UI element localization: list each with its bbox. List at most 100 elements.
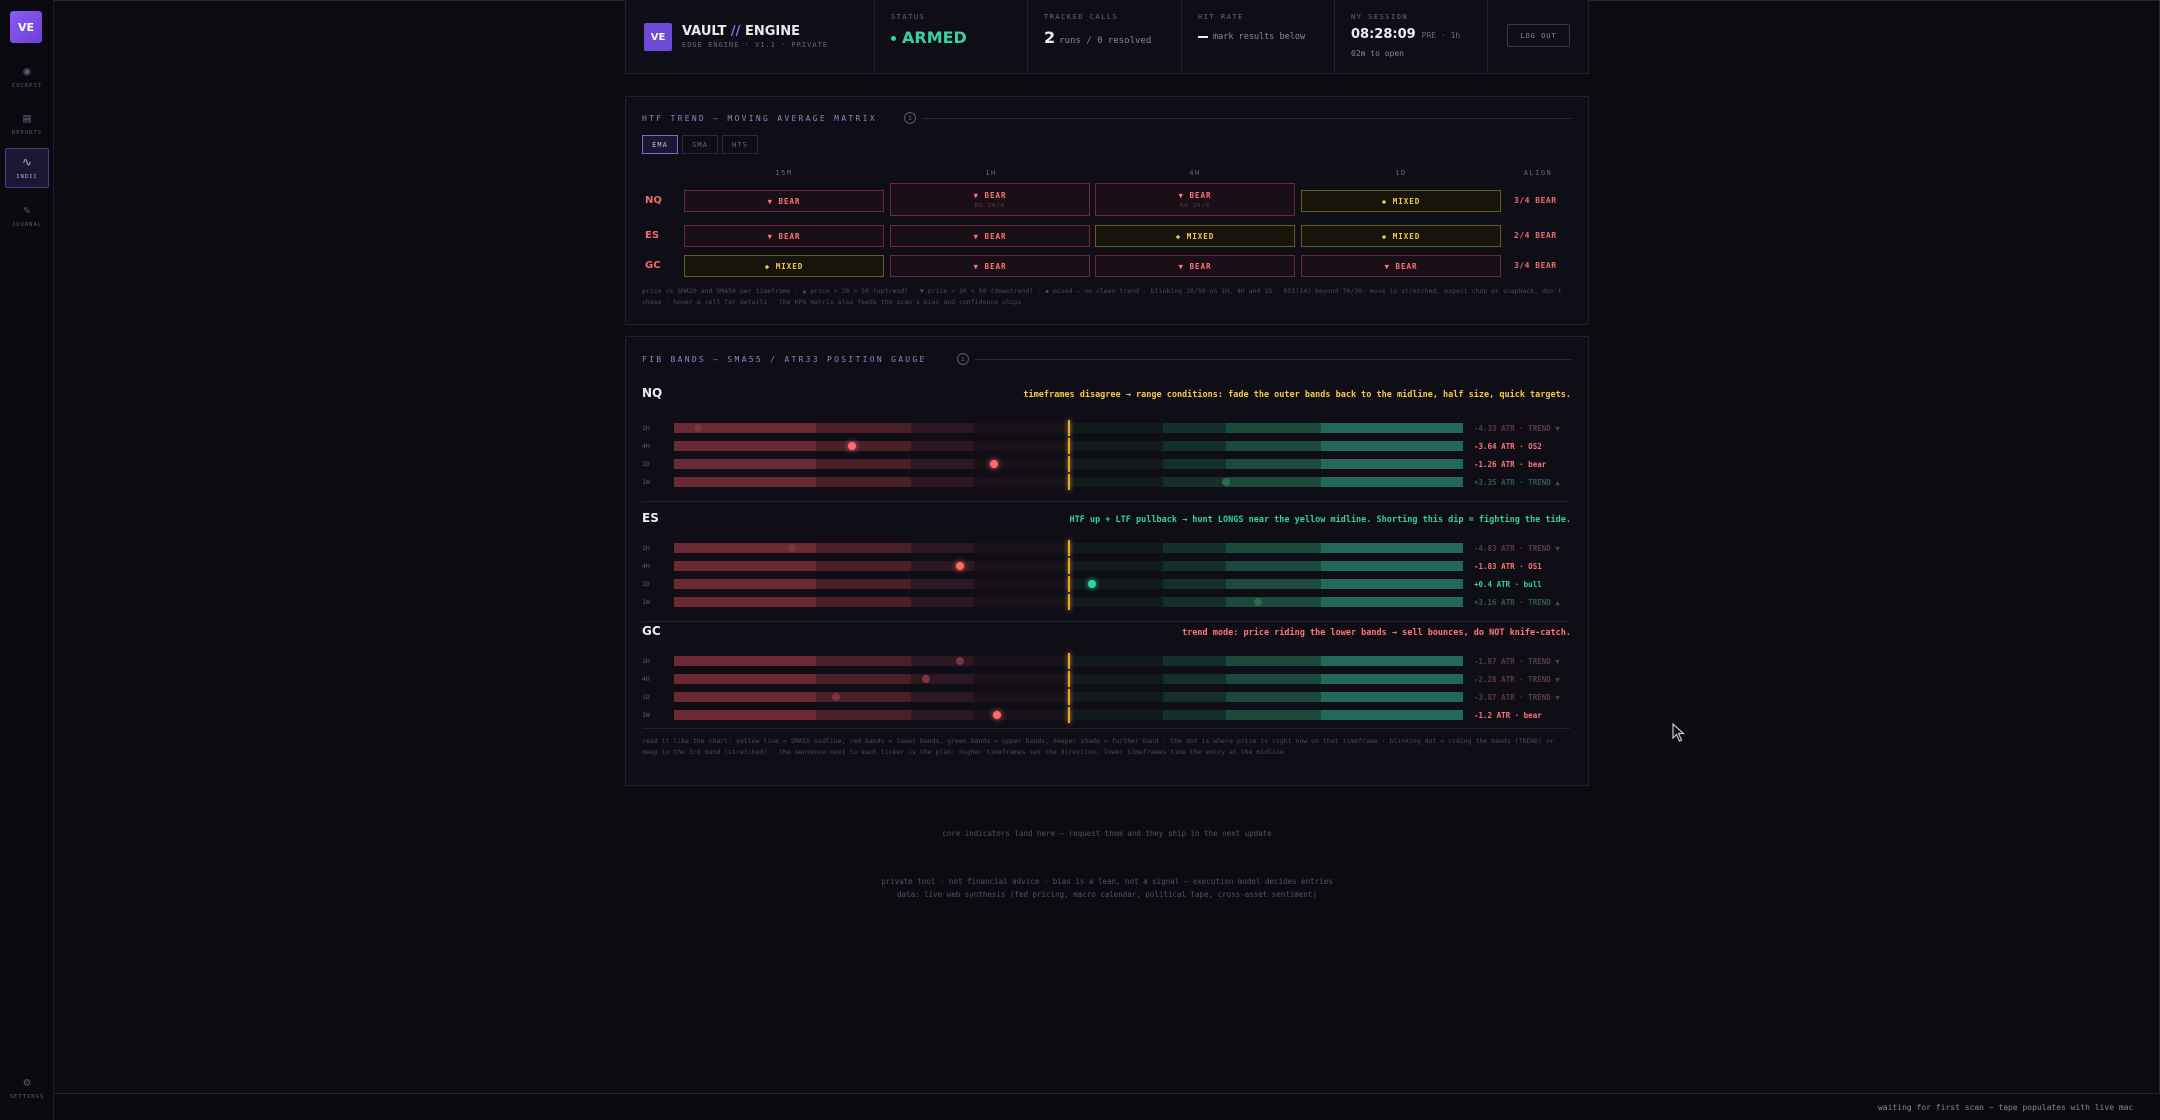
fib-band-segment: [674, 692, 817, 702]
col-header-15m: 15M: [775, 169, 793, 177]
fib-readout-nq-1d: -1.26 ATR · bear: [1474, 460, 1547, 469]
fib-band-segment: [1068, 692, 1164, 702]
matrix-cell-es-4h[interactable]: ◆ MIXED: [1095, 225, 1295, 247]
brand-subtitle: EDGE ENGINE · V1.1 · PRIVATE: [682, 41, 829, 49]
fib-band-segment: [1068, 561, 1164, 571]
fib-readout-nq-1w: +3.35 ATR · TREND ▲: [1474, 478, 1560, 487]
fib-band-segment: [1163, 656, 1227, 666]
fib-band-segment: [910, 597, 974, 607]
fib-title-rule: [975, 359, 1572, 360]
matrix-cell-gc-4h[interactable]: ▼ BEAR: [1095, 255, 1295, 277]
sidebar: VE ◉ COCKPIT ▤ REPORTS ∿ INDIC ✎ JOURNAL…: [0, 0, 54, 1120]
mouse-cursor-icon: [1672, 723, 1686, 742]
row-label-gc: GC: [645, 260, 661, 271]
fib-band-segment: [1320, 579, 1463, 589]
fib-band-segment: [910, 543, 974, 553]
fib-midline: [1067, 540, 1070, 556]
nav-indic[interactable]: ∿ INDIC: [5, 148, 49, 188]
fib-band-segment: [1226, 477, 1321, 487]
settings-icon: ⚙: [23, 1075, 31, 1089]
matrix-cell-sub: RG 20/8: [1179, 202, 1211, 209]
nav-reports[interactable]: ▤ REPORTS: [5, 104, 49, 144]
fib-ticker-es: ES: [642, 511, 659, 525]
nav-settings-label: SETTINGS: [9, 1094, 45, 1100]
fib-band-segment: [1163, 597, 1227, 607]
fib-band-segment: [1226, 561, 1321, 571]
matrix-cell-label: ▼ BEAR: [973, 261, 1007, 271]
matrix-cell-gc-1h[interactable]: ▼ BEAR: [890, 255, 1090, 277]
matrix-cell-gc-1d[interactable]: ▼ BEAR: [1301, 255, 1501, 277]
matrix-cell-nq-15m[interactable]: ▼ BEAR: [684, 190, 884, 212]
app-logo[interactable]: VE: [10, 11, 42, 43]
col-header-1d: 1D: [1395, 169, 1407, 177]
fib-gauge-nq-1w: [674, 474, 1463, 490]
fib-advice-nq: timeframes disagree → range conditions: …: [1023, 390, 1571, 400]
fib-band-segment: [674, 561, 817, 571]
fib-band-segment: [910, 423, 974, 433]
fib-band-segment: [816, 477, 911, 487]
tab-sma[interactable]: SMA: [682, 135, 718, 154]
fib-midline: [1067, 474, 1070, 490]
fib-tf-nq-4h: 4H: [642, 442, 650, 450]
fib-band-segment: [910, 579, 974, 589]
matrix-cell-label: ◆ MIXED: [1175, 231, 1215, 241]
nav-journal[interactable]: ✎ JOURNAL: [5, 196, 49, 236]
fib-info-icon[interactable]: i: [957, 353, 969, 365]
matrix-cell-nq-1d[interactable]: ◆ MIXED: [1301, 190, 1501, 212]
fib-band-segment: [1163, 579, 1227, 589]
fib-readout-nq-4h: -3.64 ATR · OS2: [1474, 442, 1542, 451]
matrix-cell-gc-15m[interactable]: ◆ MIXED: [684, 255, 884, 277]
fib-tf-nq-1d: 1D: [642, 460, 650, 468]
calls-label: TRACKED CALLS: [1044, 13, 1119, 21]
fib-band-segment: [674, 710, 817, 720]
fib-midline: [1067, 576, 1070, 592]
fib-band-segment: [816, 656, 911, 666]
fib-band-segment: [973, 656, 1069, 666]
fib-band-segment: [973, 692, 1069, 702]
fib-tf-nq-1w: 1W: [642, 478, 650, 486]
fib-band-segment: [910, 710, 974, 720]
fib-tf-gc-1h: 1H: [642, 657, 650, 665]
fib-gauge-nq-4h: [674, 438, 1463, 454]
fib-band-segment: [1068, 710, 1164, 720]
fib-gauge-gc-4h: [674, 671, 1463, 687]
nav-settings[interactable]: ⚙ SETTINGS: [5, 1068, 49, 1108]
fib-band-segment: [1320, 561, 1463, 571]
matrix-cell-es-1h[interactable]: ▼ BEAR: [890, 225, 1090, 247]
matrix-cell-sub: RG 20/8: [974, 202, 1006, 209]
fib-midline: [1067, 456, 1070, 472]
fib-band-segment: [1163, 423, 1227, 433]
matrix-cell-nq-1h[interactable]: ▼ BEAR RG 20/8: [890, 183, 1090, 216]
fib-band-segment: [816, 710, 911, 720]
matrix-cell-label: ◆ MIXED: [1381, 196, 1421, 206]
fib-band-segment: [1226, 656, 1321, 666]
fib-tf-gc-1w: 1W: [642, 711, 650, 719]
align-es: 2/4 BEAR: [1514, 231, 1557, 240]
fib-band-segment: [816, 543, 911, 553]
fib-band-segment: [973, 441, 1069, 451]
fib-band-segment: [1320, 692, 1463, 702]
nav-cockpit[interactable]: ◉ COCKPIT: [5, 57, 49, 97]
fib-note: read it like the chart: yellow line = SM…: [642, 737, 1554, 756]
fib-band-segment: [973, 710, 1069, 720]
fib-band-segment: [973, 674, 1069, 684]
status-text: ARMED: [902, 28, 967, 47]
calls-detail: runs / 0 resolved: [1059, 36, 1152, 46]
matrix-cell-es-1d[interactable]: ◆ MIXED: [1301, 225, 1501, 247]
logout-button[interactable]: LOG OUT: [1507, 24, 1570, 47]
htf-note: price vs SMA20 and SMA50 per timeframe ·…: [642, 287, 1562, 306]
matrix-cell-nq-4h[interactable]: ▼ BEAR RG 20/8: [1095, 183, 1295, 216]
fib-band-segment: [910, 477, 974, 487]
align-gc: 3/4 BEAR: [1514, 261, 1557, 270]
fib-tf-es-1h: 1H: [642, 544, 650, 552]
fib-tf-gc-1d: 1D: [642, 693, 650, 701]
nav-indic-label: INDIC: [16, 174, 38, 180]
tab-ema[interactable]: EMA: [642, 135, 678, 154]
htf-info-icon[interactable]: i: [904, 112, 916, 124]
matrix-cell-label: ▼ BEAR: [767, 196, 801, 206]
fib-band-segment: [910, 561, 974, 571]
footer-data-sources: data: live web synthesis (fed pricing, m…: [897, 890, 1317, 899]
matrix-cell-es-15m[interactable]: ▼ BEAR: [684, 225, 884, 247]
htf-title: HTF TREND — MOVING AVERAGE MATRIX: [642, 114, 877, 123]
tab-hts[interactable]: HTS: [722, 135, 758, 154]
